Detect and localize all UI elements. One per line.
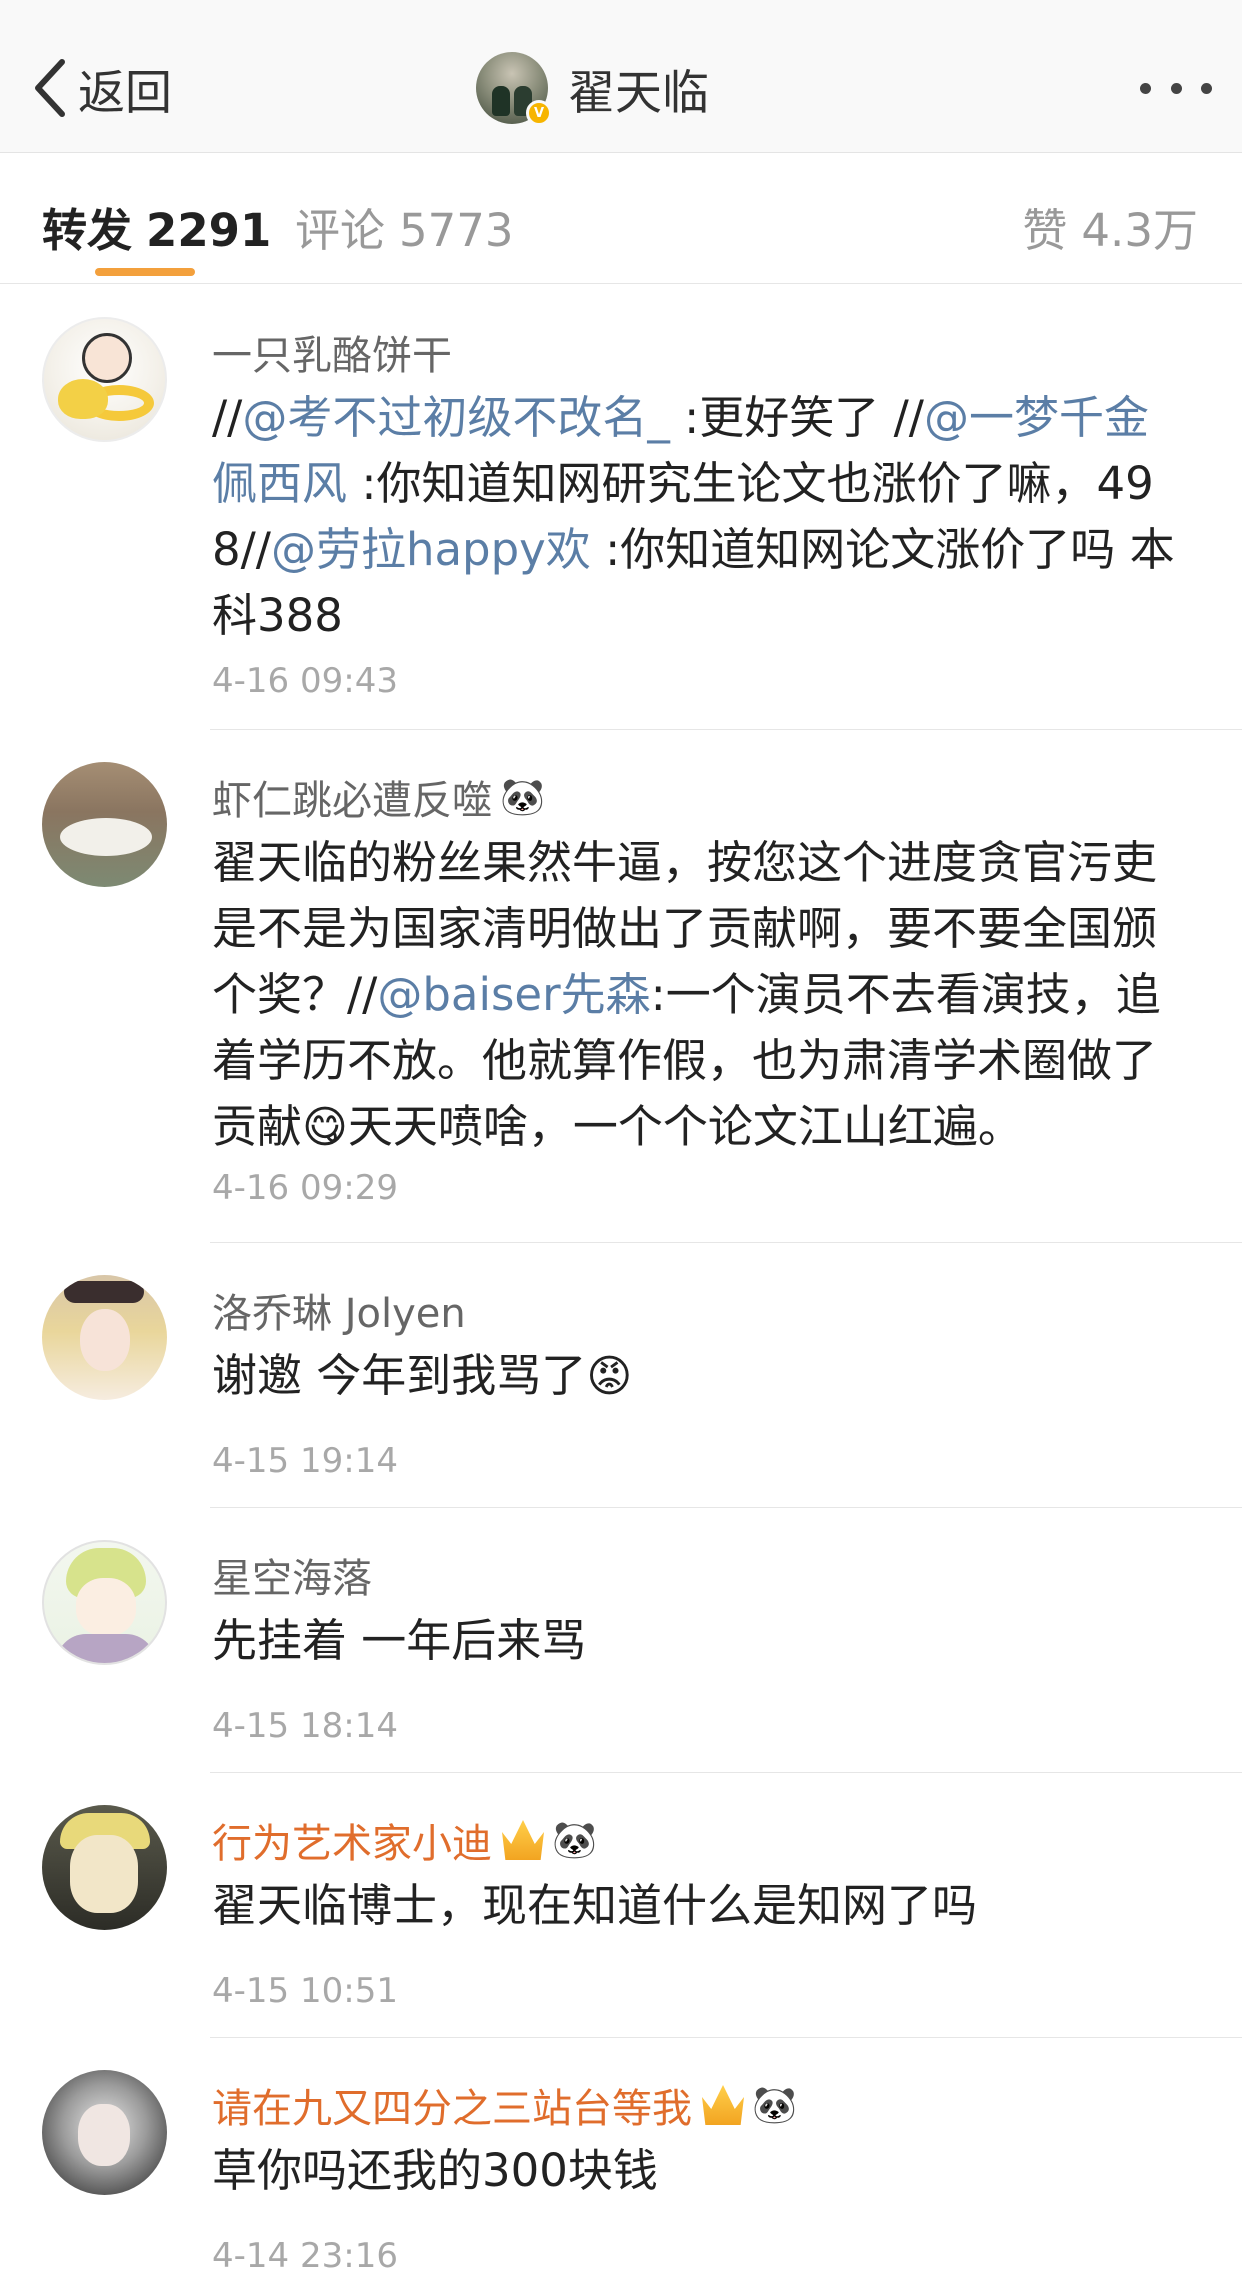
repost-text: 谢邀 今年到我骂了😡 (212, 1343, 1192, 1410)
tab-comment[interactable]: 评论 5773 (295, 194, 514, 259)
verified-badge-icon: V (526, 100, 552, 126)
active-tab-indicator (95, 268, 195, 276)
list-item: 虾仁跳必遭反噬 🐼 翟天临的粉丝果然牛逼，按您这个进度贪官污吏是不是为国家清明做出… (0, 730, 1242, 1243)
username[interactable]: 行为艺术家小迪 🐼 (212, 1811, 1192, 1869)
list-item: 请在九又四分之三站台等我 🐼 草你吗还我的300块钱 4-14 23:16 (0, 2038, 1242, 2278)
mention-link[interactable]: @劳拉happy欢 (271, 523, 591, 576)
list-item: 一只乳酪饼干 //@考不过初级不改名_ :更好笑了 //@一梦千金佩西风 :你知… (0, 285, 1242, 730)
avatar[interactable]: V (476, 52, 552, 126)
timestamp: 4-14 23:16 (212, 2236, 398, 2276)
avatar[interactable] (42, 1275, 167, 1400)
tab-comment-label: 评论 (295, 204, 386, 257)
avatar[interactable] (42, 762, 167, 887)
tab-bar: 转发 2291 评论 5773 赞 4.3万 (0, 154, 1242, 284)
timestamp: 4-15 18:14 (212, 1706, 398, 1746)
timestamp: 4-16 09:29 (212, 1168, 398, 1208)
page-title: 翟天临 (568, 65, 709, 121)
avatar[interactable] (42, 317, 167, 442)
repost-text: //@考不过初级不改名_ :更好笑了 //@一梦千金佩西风 :你知道知网研究生论… (212, 391, 1175, 642)
timestamp: 4-16 09:43 (212, 661, 398, 701)
panda-icon: 🐼 (500, 777, 545, 818)
panda-icon: 🐼 (752, 2085, 797, 2126)
mention-link[interactable]: @baiser先森 (377, 968, 650, 1021)
username[interactable]: 请在九又四分之三站台等我 🐼 (212, 2076, 1192, 2134)
repost-text: 翟天临博士，现在知道什么是知网了吗 (212, 1879, 978, 1932)
navigation-bar: 返回 V 翟天临 (0, 0, 1242, 153)
chevron-left-icon (35, 59, 65, 117)
vip-crown-icon (702, 2085, 744, 2125)
tab-comment-count: 5773 (399, 204, 514, 257)
tab-forward-count: 2291 (146, 204, 272, 257)
angry-face-emoji-icon: 😡 (586, 1351, 633, 1402)
repost-text: 翟天临的粉丝果然牛逼，按您这个进度贪官污吏是不是为国家清明做出了贡献啊，要不要全… (212, 830, 1192, 1161)
repost-list: 一只乳酪饼干 //@考不过初级不改名_ :更好笑了 //@一梦千金佩西风 :你知… (0, 285, 1242, 2278)
back-label: 返回 (78, 65, 172, 121)
timestamp: 4-15 10:51 (212, 1971, 398, 2011)
mention-link[interactable]: @考不过初级不改名_ (242, 391, 670, 444)
username[interactable]: 洛乔琳 Jolyen (212, 1281, 1192, 1339)
repost-text: 草你吗还我的300块钱 (212, 2144, 658, 2197)
panda-icon: 🐼 (552, 1820, 597, 1861)
timestamp: 4-15 19:14 (212, 1441, 398, 1481)
avatar[interactable] (42, 1805, 167, 1930)
tab-like-count: 4.3万 (1081, 204, 1198, 257)
list-item: 洛乔琳 Jolyen 谢邀 今年到我骂了😡 4-15 19:14 (0, 1243, 1242, 1508)
tab-forward[interactable]: 转发 2291 (42, 194, 271, 259)
profile-header[interactable]: V 翟天临 (476, 50, 709, 126)
username[interactable]: 一只乳酪饼干 (212, 323, 1192, 381)
tab-forward-label: 转发 (42, 204, 133, 257)
avatar[interactable] (42, 1540, 167, 1665)
list-item: 星空海落 先挂着 一年后来骂 4-15 18:14 (0, 1508, 1242, 1773)
more-options-icon[interactable] (1140, 64, 1212, 112)
repost-text: 先挂着 一年后来骂 (212, 1614, 587, 1667)
vip-crown-icon (502, 1820, 544, 1860)
yummy-face-emoji-icon: 😋 (302, 1102, 348, 1153)
tab-like[interactable]: 赞 4.3万 (1022, 194, 1198, 259)
username[interactable]: 虾仁跳必遭反噬 🐼 (212, 768, 1192, 826)
tab-like-label: 赞 (1022, 204, 1068, 257)
avatar[interactable] (42, 2070, 167, 2195)
list-item: 行为艺术家小迪 🐼 翟天临博士，现在知道什么是知网了吗 4-15 10:51 (0, 1773, 1242, 2038)
username[interactable]: 星空海落 (212, 1546, 1192, 1604)
back-button[interactable]: 返回 (30, 50, 172, 126)
